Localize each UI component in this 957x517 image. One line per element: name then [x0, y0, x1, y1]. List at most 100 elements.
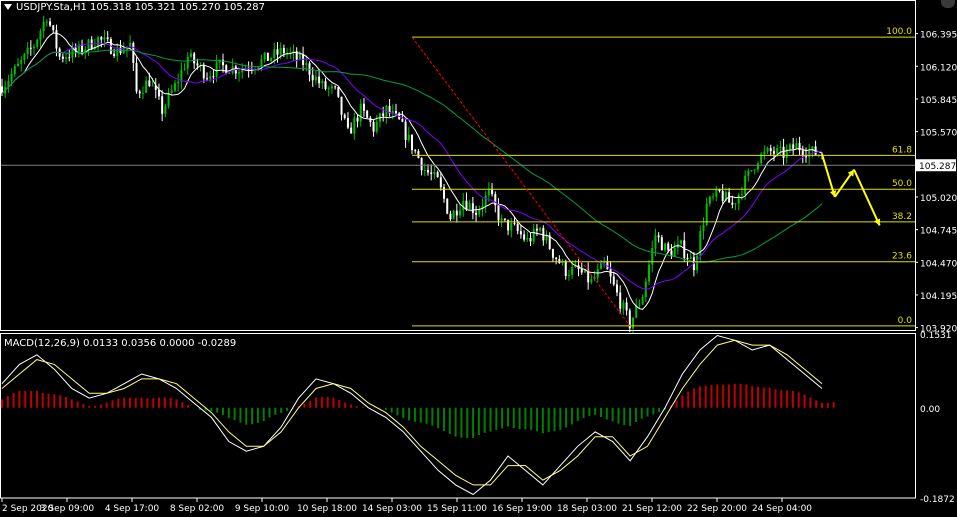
fib-level-label: 0.0: [898, 316, 913, 326]
x-tick-label: 15 Sep 11:00: [427, 504, 487, 514]
candle-body: [648, 264, 651, 282]
fib-level-label: 50.0: [892, 179, 912, 189]
x-tick-label: 9 Sep 10:00: [235, 504, 290, 514]
candle-body: [433, 171, 436, 174]
candle-body: [686, 257, 689, 259]
x-tick-label: 24 Sep 04:00: [752, 504, 812, 514]
candle-body: [340, 96, 343, 115]
candle-body: [734, 203, 737, 205]
candle-body: [744, 175, 747, 195]
trendline: [411, 36, 631, 327]
candle-body: [141, 92, 144, 94]
candle-body: [228, 73, 231, 75]
candle-body: [186, 56, 189, 69]
candle-body: [353, 117, 356, 134]
candle-body: [420, 158, 423, 171]
candle-body: [394, 110, 397, 114]
candle-body: [343, 114, 346, 118]
candle-body: [282, 48, 285, 53]
candle-body: [215, 62, 218, 77]
candle-body: [129, 42, 132, 47]
candle-body: [164, 105, 167, 114]
candle-body: [183, 68, 186, 70]
candle-body: [382, 113, 385, 117]
fib-level-label: 23.6: [892, 252, 912, 262]
candle-body: [436, 171, 439, 178]
candle-body: [564, 261, 567, 276]
candle-body: [305, 63, 308, 65]
candle-body: [173, 83, 176, 91]
candle-body: [519, 231, 522, 235]
candle-body: [737, 194, 740, 204]
candle-body: [545, 235, 548, 241]
candle-body: [68, 57, 71, 59]
macd-y-tick-label: 0.1531: [920, 331, 952, 341]
candle-body: [542, 228, 545, 241]
candle-body: [170, 90, 173, 93]
candle-body: [346, 117, 349, 128]
chart-canvas[interactable]: 100.061.850.038.223.60.0 106.395106.1201…: [0, 0, 957, 517]
candle-body: [567, 274, 570, 276]
candle-body: [455, 210, 458, 216]
candle-body: [273, 49, 276, 59]
candle-body: [81, 44, 84, 53]
candle-body: [318, 76, 321, 84]
y-tick-label: 104.470: [920, 259, 957, 269]
candle-body: [362, 103, 365, 111]
candle-body: [439, 177, 442, 188]
candle-body: [475, 212, 478, 215]
candle-body: [766, 148, 769, 152]
candle-body: [327, 88, 330, 90]
candle-body: [138, 91, 141, 94]
candle-body: [20, 60, 23, 64]
candle-body: [497, 205, 500, 221]
candle-body: [298, 53, 301, 60]
fib-level-label: 61.8: [892, 145, 912, 155]
candle-body: [795, 143, 798, 149]
candle-body: [779, 146, 782, 148]
candle-body: [715, 189, 718, 197]
candle-body: [157, 89, 160, 97]
candle-body: [622, 302, 625, 309]
candle-body: [17, 63, 20, 67]
macd-frame: [0, 333, 916, 499]
candle-body: [776, 147, 779, 154]
candle-body: [657, 235, 660, 238]
candle-body: [523, 234, 526, 240]
candle-body: [632, 317, 635, 329]
macd-pane: [1, 334, 835, 496]
candle-body: [772, 151, 775, 154]
candle-body: [478, 209, 481, 215]
candle-body: [414, 150, 417, 152]
candle-body: [503, 218, 506, 220]
candle-body: [196, 63, 199, 66]
price-pane: 100.0 61.8 50.0 38.2 23.6 0.0: [0, 15, 915, 334]
candle-body: [487, 188, 490, 196]
candle-body: [106, 37, 109, 40]
candle-body: [238, 72, 241, 74]
candle-body: [26, 47, 29, 54]
candle-body: [753, 169, 756, 171]
candle-body: [664, 243, 667, 251]
candle-body: [279, 48, 282, 55]
candle-body: [350, 127, 353, 134]
candle-body: [484, 195, 487, 206]
candle-body: [407, 134, 410, 141]
candle-body: [638, 304, 641, 306]
candle-body: [334, 86, 337, 88]
candle-body: [13, 66, 16, 74]
y-tick-label: 104.195: [920, 292, 957, 302]
x-tick-label: 3 Sep 09:00: [40, 504, 95, 514]
candle-body: [430, 172, 433, 174]
candle-body: [500, 218, 503, 221]
candle-body: [660, 237, 663, 251]
candle-body: [731, 202, 734, 205]
candle-body: [151, 85, 154, 87]
candle-body: [513, 223, 516, 225]
candle-body: [625, 302, 628, 311]
candle-body: [417, 150, 420, 159]
candle-body: [535, 228, 538, 231]
candle-body: [257, 67, 260, 70]
candle-body: [471, 203, 474, 213]
candle-body: [696, 255, 699, 271]
